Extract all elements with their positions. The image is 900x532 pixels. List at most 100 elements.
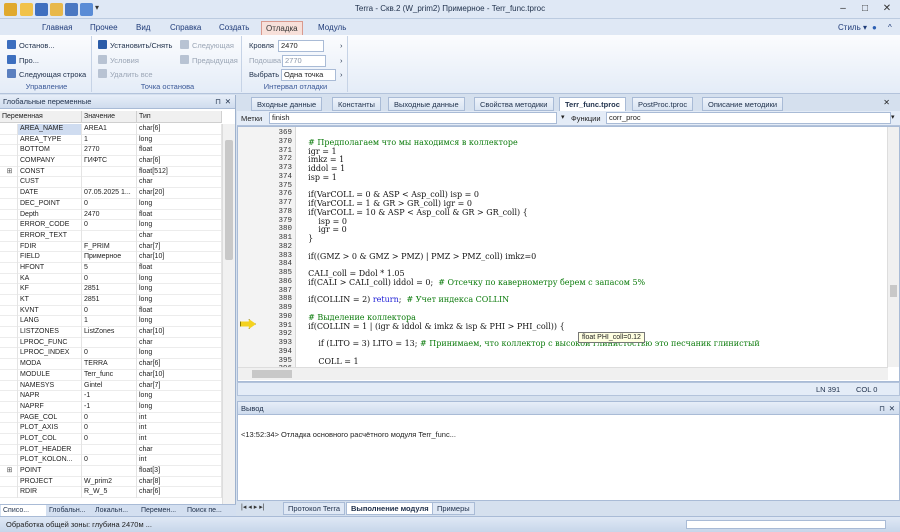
table-row[interactable]: NAMESYS Gintel char[7] [0,380,222,392]
table-row[interactable]: PAGE_COL 0 int [0,412,222,424]
col-value[interactable]: Значение [82,111,137,123]
expand-cell[interactable] [0,348,18,360]
editor-hscrollbar[interactable] [238,367,888,380]
table-row[interactable]: ERROR_CODE 0 long [0,220,222,231]
doc-close-icon[interactable]: ✕ [883,98,890,107]
line-number[interactable]: 369 [256,129,292,137]
choose-arrow-icon[interactable]: › [340,69,343,81]
panel-close-icon[interactable]: ✕ [225,95,231,109]
line-number[interactable]: 388 [256,295,292,303]
line-number[interactable]: 392 [256,330,292,338]
expand-cell[interactable] [0,327,18,338]
tab-nav-icons[interactable]: |◂ ◂ ▸ ▸| [241,503,265,511]
table-row[interactable]: PLOT_HEADER char [0,444,222,456]
line-number[interactable]: 390 [256,313,292,321]
pin-icon[interactable]: ⊓ [215,95,221,109]
next-breakpoint-button[interactable]: Следующая [180,40,234,52]
code-line[interactable]: if(COLLIN = 2) return; # Учет индекса CO… [298,295,509,304]
floor-input[interactable]: 2770 [282,55,326,67]
expand-cell[interactable] [0,241,18,253]
expand-cell[interactable] [0,198,18,210]
table-row[interactable]: HFONT 5 float [0,262,222,274]
stop-button[interactable]: Останов... [7,40,55,52]
code-line[interactable]: if(COLLIN = 1 | (igr & iddol & imkz & is… [298,322,565,331]
expand-cell[interactable] [0,230,18,242]
conditions-button[interactable]: Условия [98,55,139,67]
go-button[interactable]: Про... [7,55,39,67]
tab-other[interactable]: Прочее [86,21,122,35]
expand-cell[interactable] [0,145,18,157]
code-line[interactable]: if(VarCOLL = 0 & ASP < Asp_coll) isp = 0 [298,190,479,199]
line-number[interactable]: 375 [256,182,292,190]
tab-postproc[interactable]: PostProc.tproc [632,97,694,111]
code-line[interactable]: igr = 0 [298,225,346,234]
table-row[interactable]: FIELD Примерное char[10] [0,252,222,263]
table-row[interactable]: FDIR F_PRIM char[7] [0,241,222,253]
expand-cell[interactable] [0,134,18,146]
tab-help[interactable]: Справка [166,21,205,35]
expand-cell[interactable] [0,412,18,424]
code-line[interactable]: if(VarCOLL = 10 & ASP < Asp_coll & GR > … [298,208,528,217]
table-row[interactable]: LPROC_INDEX 0 long [0,348,222,360]
expand-cell[interactable] [0,476,18,488]
line-number[interactable]: 381 [256,234,292,242]
expand-cell[interactable] [0,433,18,445]
tab-view[interactable]: Вид [132,21,154,35]
prev-breakpoint-button[interactable]: Предыдущая [180,55,238,67]
code-line[interactable]: if(CALI > CALI_coll) iddol = 0; # Отсечк… [298,278,645,287]
tab-input-data[interactable]: Входные данные [251,97,323,111]
code-line[interactable]: if(VarCOLL = 1 & GR > GR_coll) igr = 0 [298,199,472,208]
funcs-dropdown-icon[interactable]: ▾ [891,113,895,121]
code-line[interactable]: isp = 0 [298,217,347,226]
tab-module-run[interactable]: Выполнение модуля [346,502,434,515]
code-line[interactable]: if((GMZ > 0 & GMZ > PMZ) | PMZ > PMZ_col… [298,252,536,261]
code-editor[interactable]: 369 370 371 372 373 374 375 376 377 378 379 380 381 3… [237,126,900,382]
expand-cell[interactable] [0,177,18,189]
ribbon-expand-icon[interactable]: ^ [884,21,896,35]
tab-method-description[interactable]: Описание методики [702,97,784,111]
expand-cell[interactable] [0,316,18,328]
line-number[interactable]: 391 [256,322,292,330]
line-number[interactable]: 395 [256,357,292,365]
table-row[interactable]: Depth 2470 float [0,209,222,221]
scroll-thumb[interactable] [225,140,233,260]
table-row[interactable]: KT 2851 long [0,295,222,306]
maximize-button[interactable]: □ [854,1,876,17]
line-number[interactable]: 378 [256,208,292,216]
table-row[interactable]: CUST char [0,177,222,189]
next-line-button[interactable]: Следующая строка [7,69,86,81]
tab-debug[interactable]: Отладка [261,21,303,35]
choose-select[interactable]: Одна точка [281,69,336,81]
table-row[interactable]: MODA TERRA char[6] [0,359,222,370]
line-number[interactable]: 383 [256,252,292,260]
expand-cell[interactable] [0,423,18,434]
table-row[interactable]: PLOT_AXIS 0 int [0,423,222,434]
line-number[interactable]: 380 [256,225,292,233]
line-number[interactable]: 370 [256,138,292,146]
line-number[interactable]: 371 [256,147,292,155]
expand-cell[interactable] [0,455,18,466]
table-row[interactable]: LANG 1 long [0,316,222,328]
line-number[interactable]: 377 [256,199,292,207]
hscroll-thumb[interactable] [252,370,292,378]
tab-module[interactable]: Модуль [314,21,350,35]
table-row[interactable]: PLOT_COL 0 int [0,433,222,445]
expand-cell[interactable] [0,262,18,274]
expand-cell[interactable] [0,295,18,306]
roof-arrow-icon[interactable]: › [340,40,343,52]
line-number[interactable]: 386 [256,278,292,286]
line-number[interactable]: 393 [256,339,292,347]
tab-method-props[interactable]: Свойства методики [474,97,554,111]
marks-select[interactable]: finish [269,112,557,124]
help-icon[interactable]: ● [868,21,881,35]
table-row[interactable]: MODULE Terr_func char[10] [0,369,222,381]
table-row[interactable]: BOTTOM 2770 float [0,145,222,157]
expand-cell[interactable] [0,209,18,221]
table-row[interactable]: DEC_POINT 0 long [0,198,222,210]
table-row[interactable]: AREA_TYPE 1 long [0,134,222,146]
line-number[interactable]: 384 [256,260,292,268]
tab-create[interactable]: Создать [215,21,253,35]
table-row[interactable]: RDIR R_W_5 char[6] [0,487,222,499]
table-row[interactable]: AREA_NAME AREA1 char[6] [0,124,222,135]
expand-cell[interactable] [0,380,18,392]
